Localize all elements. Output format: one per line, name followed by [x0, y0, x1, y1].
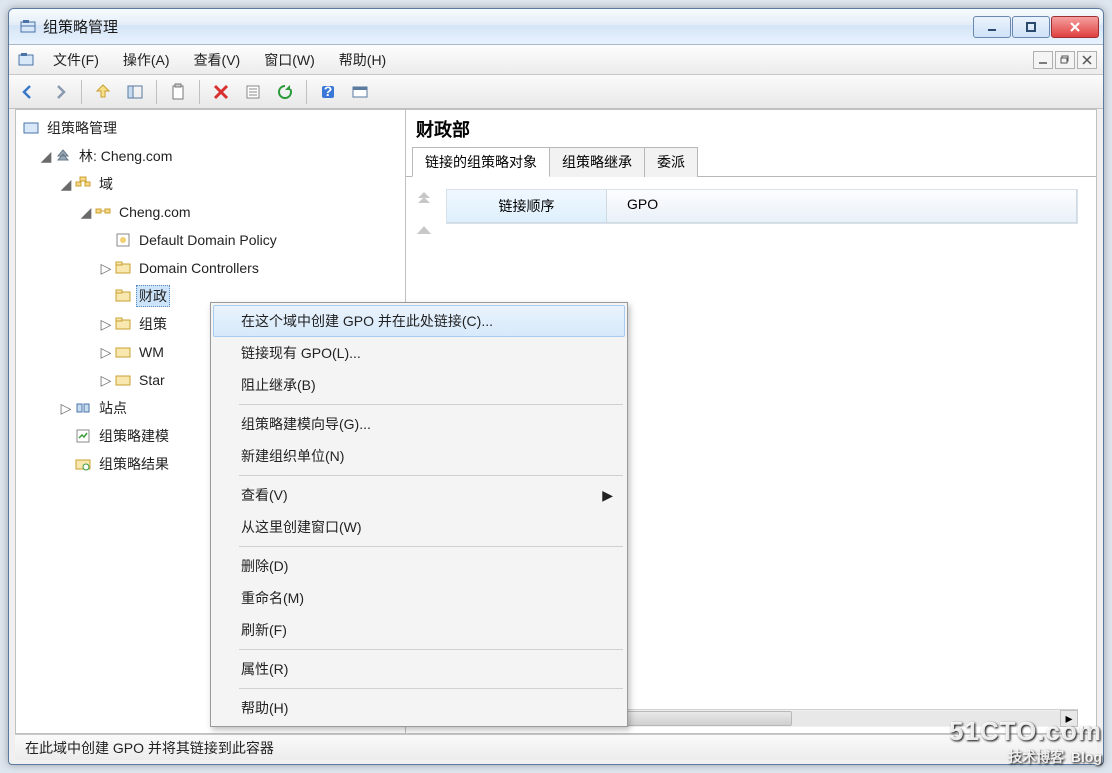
cm-view[interactable]: 查看(V)▶ — [213, 479, 625, 511]
cm-modeling-wizard[interactable]: 组策略建模向导(G)... — [213, 408, 625, 440]
menu-help[interactable]: 帮助(H) — [327, 46, 398, 74]
details-heading: 财政部 — [406, 110, 1096, 144]
move-top-icon[interactable] — [414, 191, 434, 205]
expander-placeholder — [98, 288, 114, 304]
expander-icon[interactable]: ◢ — [58, 176, 74, 192]
doc-icon — [17, 51, 35, 69]
up-button[interactable] — [90, 79, 116, 105]
col-link-order[interactable]: 链接顺序 — [447, 190, 607, 223]
ou-icon — [114, 315, 132, 333]
menu-file[interactable]: 文件(F) — [41, 46, 111, 74]
expander-icon[interactable]: ◢ — [38, 148, 54, 164]
sites-icon — [74, 399, 92, 417]
cm-new-window-from-here[interactable]: 从这里创建窗口(W) — [213, 511, 625, 543]
clipboard-button[interactable] — [165, 79, 191, 105]
col-gpo[interactable]: GPO — [607, 190, 1077, 223]
toolbar: ? — [9, 75, 1103, 109]
tab-linked-gpo[interactable]: 链接的组策略对象 — [412, 147, 550, 177]
expander-icon[interactable]: ▷ — [98, 260, 114, 276]
properties-button[interactable] — [240, 79, 266, 105]
tree-domain-controllers[interactable]: ▷ Domain Controllers — [16, 254, 405, 282]
menu-action[interactable]: 操作(A) — [111, 46, 182, 74]
results-icon — [74, 455, 92, 473]
folder-icon — [114, 371, 132, 389]
minimize-button[interactable] — [973, 16, 1011, 38]
window-controls — [973, 16, 1099, 38]
svg-text:?: ? — [324, 83, 333, 99]
mdi-close-button[interactable] — [1077, 51, 1097, 69]
move-up-icon[interactable] — [414, 223, 434, 237]
window-title: 组策略管理 — [43, 16, 973, 37]
help-button[interactable]: ? — [315, 79, 341, 105]
cm-properties[interactable]: 属性(R) — [213, 653, 625, 685]
back-button[interactable] — [15, 79, 41, 105]
forward-button[interactable] — [47, 79, 73, 105]
cm-refresh[interactable]: 刷新(F) — [213, 614, 625, 646]
ou-icon — [114, 259, 132, 277]
submenu-arrow-icon: ▶ — [602, 487, 613, 504]
new-window-button[interactable] — [347, 79, 373, 105]
expander-icon[interactable]: ▷ — [98, 316, 114, 332]
menu-view[interactable]: 查看(V) — [182, 46, 253, 74]
expander-placeholder — [98, 232, 114, 248]
tree-domain[interactable]: ◢ Cheng.com — [16, 198, 405, 226]
tree-domains[interactable]: ◢ 域 — [16, 170, 405, 198]
cm-new-ou[interactable]: 新建组织单位(N) — [213, 440, 625, 472]
watermark: 51CTO.com 技术博客 Blog — [949, 716, 1102, 767]
statusbar: 在此域中创建 GPO 并将其链接到此容器 — [15, 734, 1097, 760]
statusbar-text: 在此域中创建 GPO 并将其链接到此容器 — [25, 738, 274, 758]
tree-forest[interactable]: ◢ 林: Cheng.com — [16, 142, 405, 170]
details-tabs: 链接的组策略对象 组策略继承 委派 — [406, 146, 1096, 177]
console-icon — [22, 119, 40, 137]
expander-icon[interactable]: ▷ — [98, 372, 114, 388]
gpo-icon — [114, 231, 132, 249]
show-tree-button[interactable] — [122, 79, 148, 105]
tree-root[interactable]: 组策略管理 — [16, 114, 405, 142]
tree-default-domain-policy[interactable]: Default Domain Policy — [16, 226, 405, 254]
menu-window[interactable]: 窗口(W) — [252, 46, 327, 74]
expander-placeholder — [58, 428, 74, 444]
cm-rename[interactable]: 重命名(M) — [213, 582, 625, 614]
cm-create-gpo-link[interactable]: 在这个域中创建 GPO 并在此处链接(C)... — [213, 305, 625, 337]
maximize-button[interactable] — [1012, 16, 1050, 38]
domain-icon — [94, 203, 112, 221]
gpo-grid[interactable]: 链接顺序 GPO — [446, 189, 1078, 224]
expander-icon[interactable]: ◢ — [78, 204, 94, 220]
mdi-minimize-button[interactable] — [1033, 51, 1053, 69]
cm-link-existing-gpo[interactable]: 链接现有 GPO(L)... — [213, 337, 625, 369]
mdi-restore-button[interactable] — [1055, 51, 1075, 69]
domains-icon — [74, 175, 92, 193]
cm-delete[interactable]: 删除(D) — [213, 550, 625, 582]
expander-icon[interactable]: ▷ — [98, 344, 114, 360]
close-button[interactable] — [1051, 16, 1099, 38]
app-icon — [19, 18, 37, 36]
expander-placeholder — [58, 456, 74, 472]
refresh-button[interactable] — [272, 79, 298, 105]
titlebar: 组策略管理 — [9, 9, 1103, 45]
reorder-buttons — [414, 191, 434, 237]
tab-delegation[interactable]: 委派 — [644, 147, 698, 177]
watermark-main: 51CTO.com — [949, 716, 1102, 747]
expander-icon[interactable]: ▷ — [58, 400, 74, 416]
tab-inheritance[interactable]: 组策略继承 — [549, 147, 645, 177]
menubar: 文件(F) 操作(A) 查看(V) 窗口(W) 帮助(H) — [9, 45, 1103, 75]
folder-icon — [114, 343, 132, 361]
cm-help[interactable]: 帮助(H) — [213, 692, 625, 724]
delete-button[interactable] — [208, 79, 234, 105]
ou-icon — [114, 287, 132, 305]
cm-block-inheritance[interactable]: 阻止继承(B) — [213, 369, 625, 401]
context-menu: 在这个域中创建 GPO 并在此处链接(C)... 链接现有 GPO(L)... … — [210, 302, 628, 727]
modeling-icon — [74, 427, 92, 445]
forest-icon — [54, 147, 72, 165]
